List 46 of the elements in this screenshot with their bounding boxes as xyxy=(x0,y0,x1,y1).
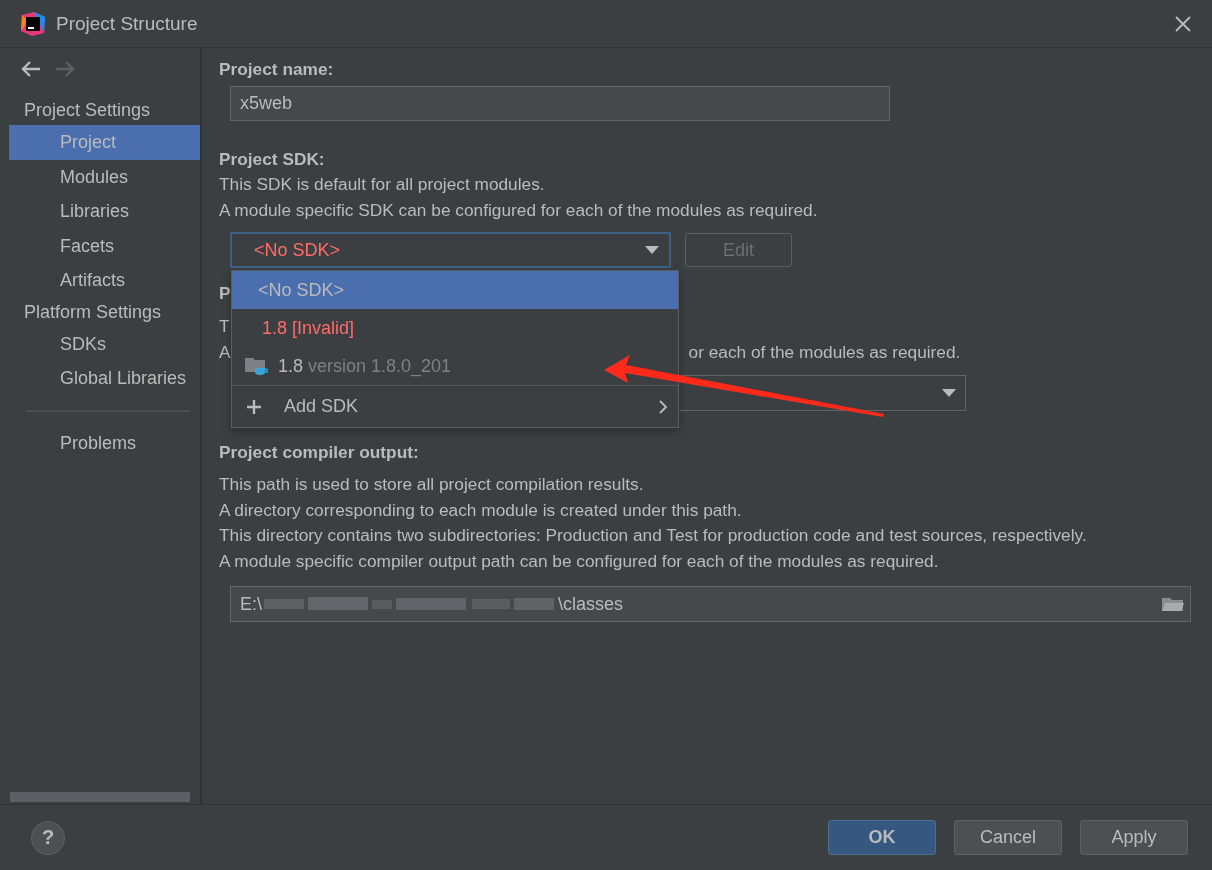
description-text: T xyxy=(219,315,230,338)
field-label: Project name: xyxy=(219,58,335,81)
description-text: or each of the modules as required. xyxy=(688,340,961,364)
sidebar-item[interactable]: Modules xyxy=(9,159,200,194)
sidebar-item[interactable]: Facets xyxy=(9,228,200,263)
field-label: Project compiler output: xyxy=(219,441,420,464)
project-name-field[interactable]: x5web xyxy=(230,86,890,121)
sidebar-item[interactable]: Artifacts xyxy=(9,263,200,298)
field-label: Project SDK: xyxy=(219,148,326,171)
description-text: A module specific SDK can be configured for each of the modules as required. xyxy=(219,198,819,222)
back-arrow-icon[interactable] xyxy=(20,59,41,79)
language-level-dropdown[interactable] xyxy=(676,375,966,411)
description-text: A directory corresponding to each module is created under this path. xyxy=(219,498,743,522)
field-label: P xyxy=(219,282,231,305)
window-title: Project Structure xyxy=(56,12,199,35)
dialog-button[interactable]: Apply xyxy=(1080,820,1188,855)
sidebar-section-header: Platform Settings xyxy=(23,300,163,324)
caret-down-icon xyxy=(645,246,659,254)
sidebar-item[interactable]: Global Libraries xyxy=(9,361,200,396)
description-text: A module specific compiler output path can be configured for each of the modules as required. xyxy=(219,549,940,573)
description-text: A xyxy=(219,340,231,364)
chevron-right-icon xyxy=(658,398,668,415)
sidebar-item[interactable]: SDKs xyxy=(9,326,200,361)
menu-item[interactable]: Add SDK xyxy=(232,385,678,427)
folder-cup-icon xyxy=(244,356,268,376)
app-logo-icon xyxy=(20,10,46,37)
description-text: This SDK is default for all project modules. xyxy=(219,173,546,196)
menu-item[interactable]: 1.8 [Invalid] xyxy=(232,309,678,347)
sdk-dropdown[interactable]: <No SDK> xyxy=(230,232,671,268)
menu-item[interactable]: 1.8 version 1.8.0_201 xyxy=(232,347,678,385)
sidebar-section-header: Project Settings xyxy=(23,99,152,122)
dialog-button[interactable]: OK xyxy=(828,820,936,855)
folder-icon[interactable] xyxy=(1162,596,1184,612)
caret-down-icon xyxy=(942,389,956,397)
sidebar-item[interactable]: Libraries xyxy=(9,194,200,229)
dialog-button[interactable]: Cancel xyxy=(954,820,1062,855)
scrollbar[interactable] xyxy=(10,792,190,802)
sidebar-item[interactable]: Project xyxy=(9,125,200,160)
close-icon[interactable] xyxy=(1174,14,1192,33)
help-button[interactable]: ? xyxy=(31,820,65,855)
sidebar-item[interactable]: Problems xyxy=(9,425,200,460)
description-text: This path is used to store all project compilation results. xyxy=(219,473,645,496)
description-text: This directory contains two subdirectories: Production and Test for production code and test sources, respectively. xyxy=(219,524,1088,547)
menu-item[interactable]: <No SDK> xyxy=(232,271,678,309)
output-path-field[interactable]: E:\ \classes xyxy=(230,586,1191,622)
plus-icon xyxy=(246,398,262,415)
